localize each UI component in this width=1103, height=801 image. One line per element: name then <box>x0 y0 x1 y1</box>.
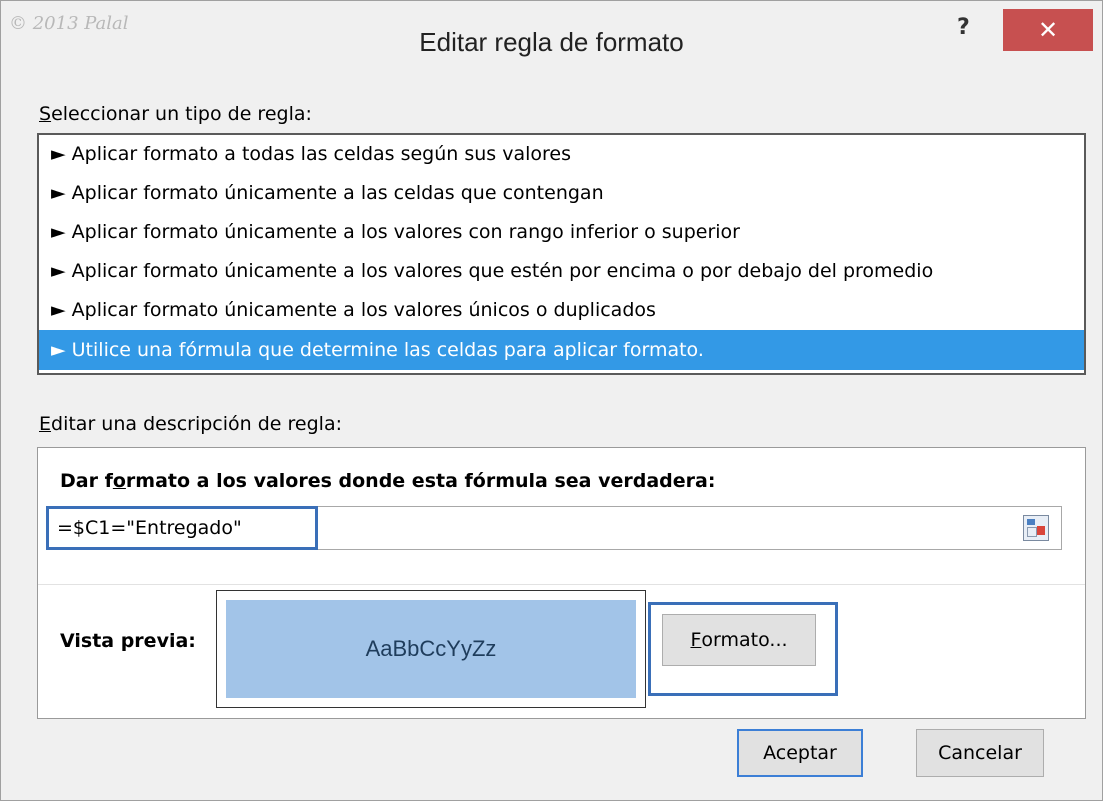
range-picker-icon-cell-blue <box>1027 519 1035 525</box>
range-picker-icon-arrow <box>1037 526 1045 535</box>
range-picker-icon[interactable] <box>1023 515 1049 541</box>
rule-description-label: Editar una descripción de regla: <box>39 413 342 435</box>
format-button[interactable]: Formato... <box>662 614 816 666</box>
rule-type-item-use-formula[interactable]: ► Utilice una fórmula que determine las … <box>39 330 1084 370</box>
rule-type-item-all-cells[interactable]: ► Aplicar formato a todas las celdas seg… <box>39 135 1084 174</box>
preview-sample: AaBbCcYyZz <box>226 600 636 698</box>
preview-frame: AaBbCcYyZz <box>216 590 646 708</box>
close-icon: ✕ <box>1037 16 1059 44</box>
dialog-title: Editar regla de formato <box>419 27 684 57</box>
rule-type-item-top-bottom[interactable]: ► Aplicar formato únicamente a los valor… <box>39 213 1084 252</box>
edit-format-rule-dialog: © 2013 Palal Editar regla de formato ? ✕… <box>0 0 1103 801</box>
range-picker-icon-grid <box>1027 527 1037 537</box>
divider <box>38 584 1085 585</box>
formula-heading-accesskey: o <box>112 470 126 492</box>
format-button-accesskey: F <box>690 629 702 651</box>
formula-heading-post: rmato a los valores donde esta fórmula s… <box>125 470 716 492</box>
help-icon[interactable]: ? <box>957 15 970 40</box>
ok-button[interactable]: Aceptar <box>737 729 863 777</box>
cancel-button[interactable]: Cancelar <box>916 729 1044 777</box>
formula-heading-pre: Dar f <box>60 470 113 492</box>
rule-type-item-cells-containing[interactable]: ► Aplicar formato únicamente a las celda… <box>39 174 1084 213</box>
format-button-label: ormato... <box>701 629 788 651</box>
formula-heading: Dar formato a los valores donde esta fór… <box>60 470 715 492</box>
rule-type-label-text: eleccionar un tipo de regla: <box>51 103 312 125</box>
formula-input[interactable]: =$C1="Entregado" <box>46 506 1062 550</box>
title-bar: © 2013 Palal Editar regla de formato ? ✕ <box>1 1 1102 89</box>
preview-label: Vista previa: <box>60 630 196 652</box>
rule-description-label-text: ditar una descripción de regla: <box>51 413 342 435</box>
rule-type-item-above-below-average[interactable]: ► Aplicar formato únicamente a los valor… <box>39 252 1084 291</box>
rule-type-item-unique-duplicate[interactable]: ► Aplicar formato únicamente a los valor… <box>39 291 1084 330</box>
rule-type-label-accesskey: S <box>39 103 52 125</box>
rule-description-panel: Dar formato a los valores donde esta fór… <box>37 447 1086 719</box>
close-button[interactable]: ✕ <box>1003 9 1093 51</box>
formula-value[interactable]: =$C1="Entregado" <box>57 517 242 539</box>
rule-type-list[interactable]: ► Aplicar formato a todas las celdas seg… <box>37 133 1086 375</box>
rule-description-label-accesskey: E <box>39 413 52 435</box>
rule-type-label: Seleccionar un tipo de regla: <box>39 103 312 125</box>
